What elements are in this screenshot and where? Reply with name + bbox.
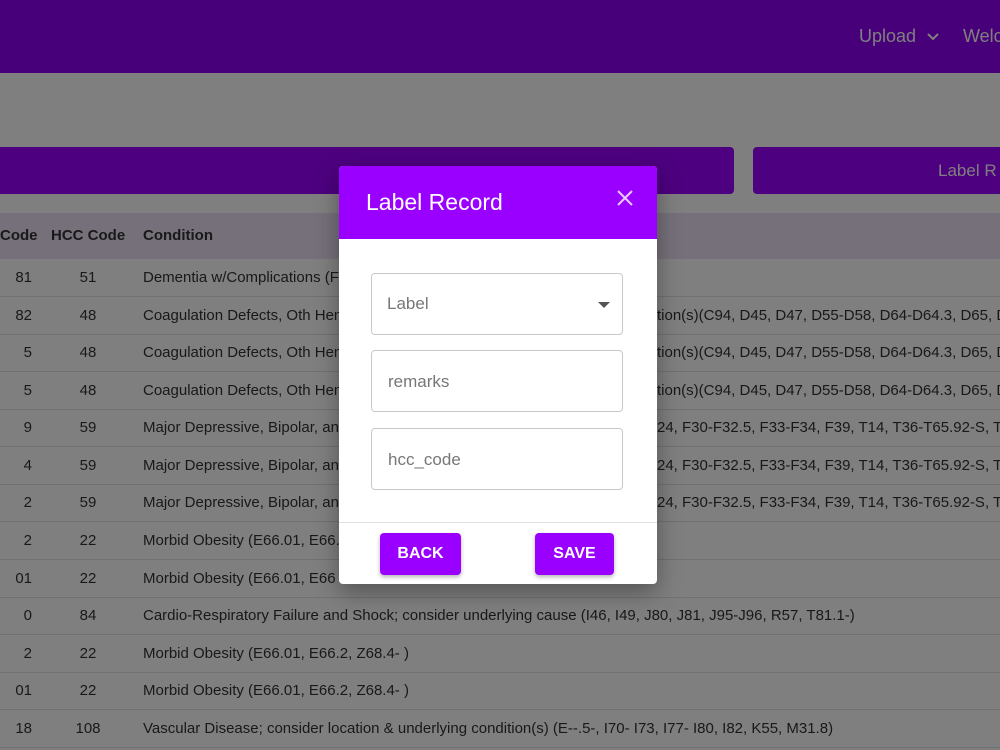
- back-button[interactable]: BACK: [380, 533, 461, 575]
- label-record-dialog: Label Record Label BACK SAVE: [339, 166, 657, 584]
- save-button[interactable]: SAVE: [535, 533, 614, 575]
- label-select-placeholder: Label: [387, 294, 429, 313]
- hcc-code-field-container: [371, 428, 623, 490]
- dialog-header: Label Record: [339, 166, 657, 239]
- remarks-input[interactable]: [386, 365, 610, 399]
- label-select[interactable]: Label: [371, 273, 623, 335]
- dropdown-arrow-icon: [598, 302, 610, 308]
- dialog-divider: [339, 522, 657, 523]
- close-icon[interactable]: [613, 186, 637, 210]
- hcc-code-input[interactable]: [386, 443, 610, 477]
- remarks-field-container: [371, 350, 623, 412]
- dialog-title: Label Record: [366, 189, 503, 215]
